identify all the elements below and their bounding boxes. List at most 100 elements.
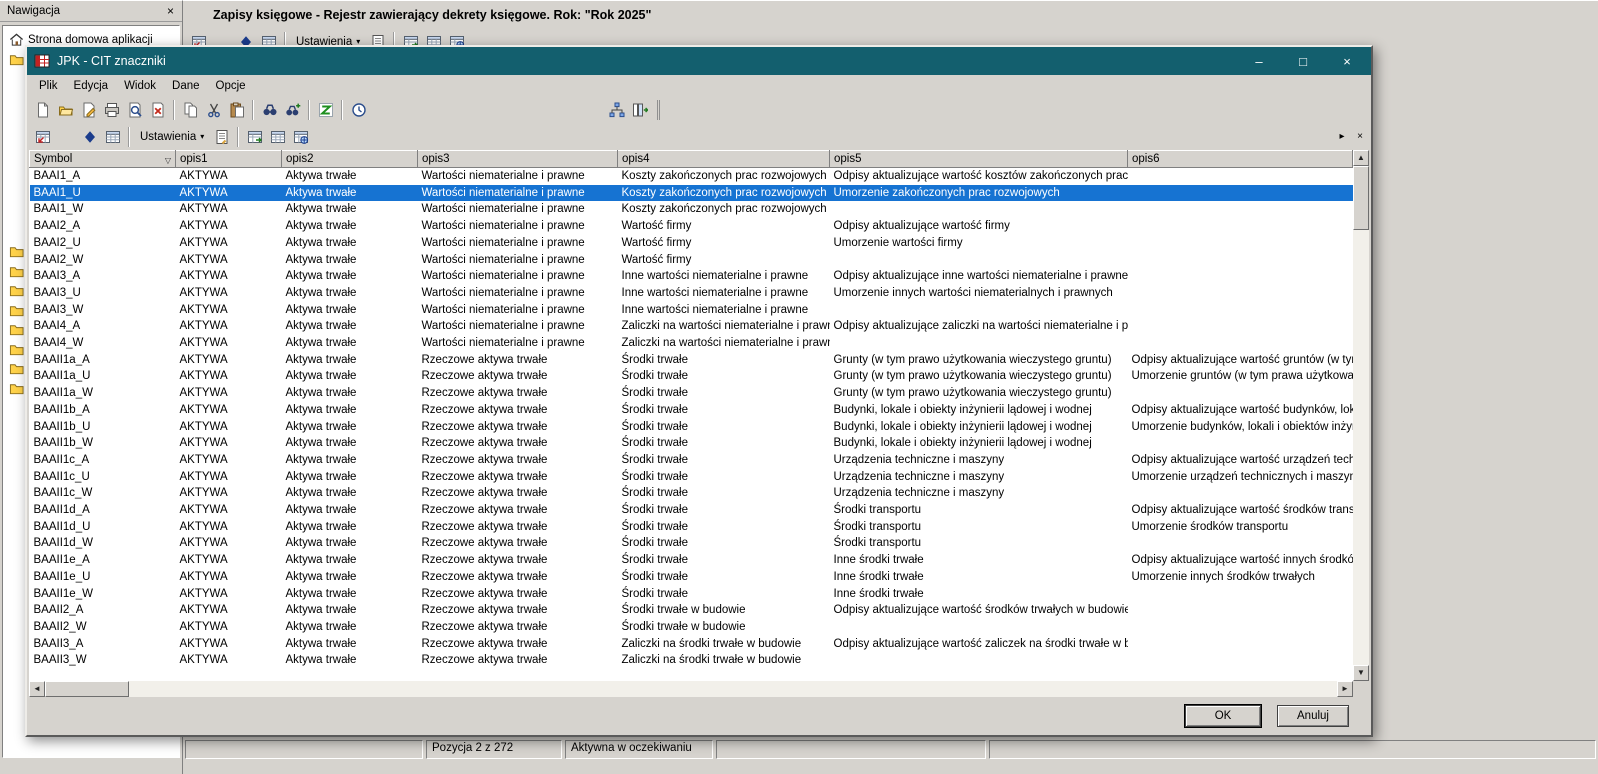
column-header-opis5[interactable]: opis5 [830, 151, 1128, 168]
find-next-button[interactable] [281, 99, 304, 121]
table-cell: Aktywa trwałe [282, 385, 418, 402]
table-row[interactable]: BAAII1d_WAKTYWAAktywa trwałeRzeczowe akt… [30, 535, 1353, 552]
arrow-right-button[interactable]: ▸ [1334, 129, 1350, 145]
menu-widok[interactable]: Widok [116, 78, 164, 94]
table-row[interactable]: BAAII1b_AAKTYWAAktywa trwałeRzeczowe akt… [30, 402, 1353, 419]
table-cell [1128, 535, 1353, 552]
table-row[interactable]: BAAII1a_UAKTYWAAktywa trwałeRzeczowe akt… [30, 368, 1353, 385]
settings-dropdown[interactable]: Ustawienia▾ [134, 126, 210, 148]
table-row[interactable]: BAAII1a_WAKTYWAAktywa trwałeRzeczowe akt… [30, 385, 1353, 402]
print-preview-button[interactable] [123, 99, 146, 121]
ok-button[interactable]: OK [1185, 705, 1261, 727]
print-button[interactable] [100, 99, 123, 121]
table-row[interactable]: BAAI2_UAKTYWAAktywa trwałeWartości niema… [30, 235, 1353, 252]
maximize-button[interactable]: □ [1281, 48, 1325, 74]
table-row[interactable]: BAAII1a_AAKTYWAAktywa trwałeRzeczowe akt… [30, 352, 1353, 369]
table-cell: BAAII1a_U [30, 368, 176, 385]
history-button[interactable] [347, 99, 370, 121]
table-row[interactable]: BAAII3_WAKTYWAAktywa trwałeRzeczowe akty… [30, 652, 1353, 669]
table-row[interactable]: BAAI2_WAKTYWAAktywa trwałeWartości niema… [30, 252, 1353, 269]
table-cell: AKTYWA [176, 419, 282, 436]
table-row[interactable]: BAAI1_AAKTYWAAktywa trwałeWartości niema… [30, 168, 1353, 185]
menu-plik[interactable]: Plik [31, 78, 66, 94]
edit-document-button[interactable] [77, 99, 100, 121]
table-row[interactable]: BAAI1_WAKTYWAAktywa trwałeWartości niema… [30, 201, 1353, 218]
new-document-button[interactable] [31, 99, 54, 121]
scroll-right-icon[interactable]: ► [1337, 681, 1353, 697]
table-row[interactable]: BAAI1_UAKTYWAAktywa trwałeWartości niema… [30, 185, 1353, 202]
table-row[interactable]: BAAII2_WAKTYWAAktywa trwałeRzeczowe akty… [30, 619, 1353, 636]
table-cell: BAAII1c_W [30, 485, 176, 502]
table-row[interactable]: BAAII3_AAKTYWAAktywa trwałeRzeczowe akty… [30, 636, 1353, 653]
close-button[interactable]: × [1325, 48, 1369, 74]
find-button[interactable] [258, 99, 281, 121]
column-header-opis4[interactable]: opis4 [618, 151, 830, 168]
scroll-down-icon[interactable]: ▼ [1353, 665, 1369, 681]
table-row[interactable]: BAAII1e_WAKTYWAAktywa trwałeRzeczowe akt… [30, 586, 1353, 603]
table-row[interactable]: BAAII1c_UAKTYWAAktywa trwałeRzeczowe akt… [30, 469, 1353, 486]
toolbar-drag-handle[interactable] [657, 100, 662, 120]
cancel-button[interactable]: Anuluj [1277, 705, 1349, 727]
horizontal-scroll-thumb[interactable] [45, 681, 129, 697]
close-icon[interactable]: × [163, 4, 178, 19]
cut-button[interactable] [202, 99, 225, 121]
table-row[interactable]: BAAI4_AAKTYWAAktywa trwałeWartości niema… [30, 318, 1353, 335]
horizontal-scrollbar[interactable]: ◄ ► [29, 681, 1353, 697]
table-button[interactable] [101, 126, 124, 148]
column-header-symbol[interactable]: Symbol▽ [30, 151, 176, 168]
minimize-button[interactable]: – [1237, 48, 1281, 74]
table-row[interactable]: BAAII1c_WAKTYWAAktywa trwałeRzeczowe akt… [30, 485, 1353, 502]
table-cell: Rzeczowe aktywa trwałe [418, 435, 618, 452]
table-row[interactable]: BAAII1d_UAKTYWAAktywa trwałeRzeczowe akt… [30, 519, 1353, 536]
table-row[interactable]: BAAII2_AAKTYWAAktywa trwałeRzeczowe akty… [30, 602, 1353, 619]
scroll-left-icon[interactable]: ◄ [29, 681, 45, 697]
copy-button[interactable] [179, 99, 202, 121]
menu-opcje[interactable]: Opcje [208, 78, 254, 94]
hierarchy-button[interactable] [605, 99, 628, 121]
table-row[interactable]: BAAII1b_WAKTYWAAktywa trwałeRzeczowe akt… [30, 435, 1353, 452]
table-cell: Wartości niematerialne i prawne [418, 285, 618, 302]
sort-filter-icon[interactable]: ▽ [165, 156, 171, 165]
grid-jump-button[interactable] [31, 126, 54, 148]
column-header-opis6[interactable]: opis6 [1128, 151, 1353, 168]
table-row[interactable]: BAAI3_AAKTYWAAktywa trwałeWartości niema… [30, 268, 1353, 285]
column-header-opis3[interactable]: opis3 [418, 151, 618, 168]
table-cell: Budynki, lokale i obiekty inżynierii ląd… [830, 435, 1128, 452]
properties-button[interactable] [210, 126, 233, 148]
scroll-up-icon[interactable]: ▲ [1353, 150, 1369, 166]
open-folder-button[interactable] [54, 99, 77, 121]
table-cell: Środki transportu [830, 502, 1128, 519]
delete-document-button[interactable] [146, 99, 169, 121]
table-cell: Wartość firmy [618, 218, 830, 235]
table-row[interactable]: BAAII1b_UAKTYWAAktywa trwałeRzeczowe akt… [30, 419, 1353, 436]
table-button[interactable] [266, 126, 289, 148]
table-row[interactable]: BAAII1e_UAKTYWAAktywa trwałeRzeczowe akt… [30, 569, 1353, 586]
column-header-opis1[interactable]: opis1 [176, 151, 282, 168]
menu-edycja[interactable]: Edycja [66, 78, 117, 94]
table-row[interactable]: BAAII1c_AAKTYWAAktywa trwałeRzeczowe akt… [30, 452, 1353, 469]
table-cell: Środki trwałe [618, 435, 830, 452]
table-cell [830, 252, 1128, 269]
app-logo-icon [34, 53, 50, 69]
table-row[interactable]: BAAI4_WAKTYWAAktywa trwałeWartości niema… [30, 335, 1353, 352]
paste-button[interactable] [225, 99, 248, 121]
table-row[interactable]: BAAI2_AAKTYWAAktywa trwałeWartości niema… [30, 218, 1353, 235]
table-cell: Środki transportu [830, 519, 1128, 536]
table-export-button[interactable] [243, 126, 266, 148]
diamond-button[interactable] [78, 126, 101, 148]
vertical-scrollbar[interactable]: ▲ ▼ [1353, 150, 1369, 681]
close-small-button[interactable]: × [1352, 129, 1368, 145]
table-row[interactable]: BAAII1e_AAKTYWAAktywa trwałeRzeczowe akt… [30, 552, 1353, 569]
table-cell: AKTYWA [176, 218, 282, 235]
table-globe-button[interactable] [289, 126, 312, 148]
vertical-scroll-thumb[interactable] [1353, 166, 1369, 230]
table-cell: Rzeczowe aktywa trwałe [418, 469, 618, 486]
table-row[interactable]: BAAI3_UAKTYWAAktywa trwałeWartości niema… [30, 285, 1353, 302]
table-cell: AKTYWA [176, 368, 282, 385]
column-header-opis2[interactable]: opis2 [282, 151, 418, 168]
refresh-button[interactable] [314, 99, 337, 121]
table-row[interactable]: BAAII1d_AAKTYWAAktywa trwałeRzeczowe akt… [30, 502, 1353, 519]
table-row[interactable]: BAAI3_WAKTYWAAktywa trwałeWartości niema… [30, 302, 1353, 319]
column-picker-button[interactable] [628, 99, 651, 121]
menu-dane[interactable]: Dane [164, 78, 208, 94]
